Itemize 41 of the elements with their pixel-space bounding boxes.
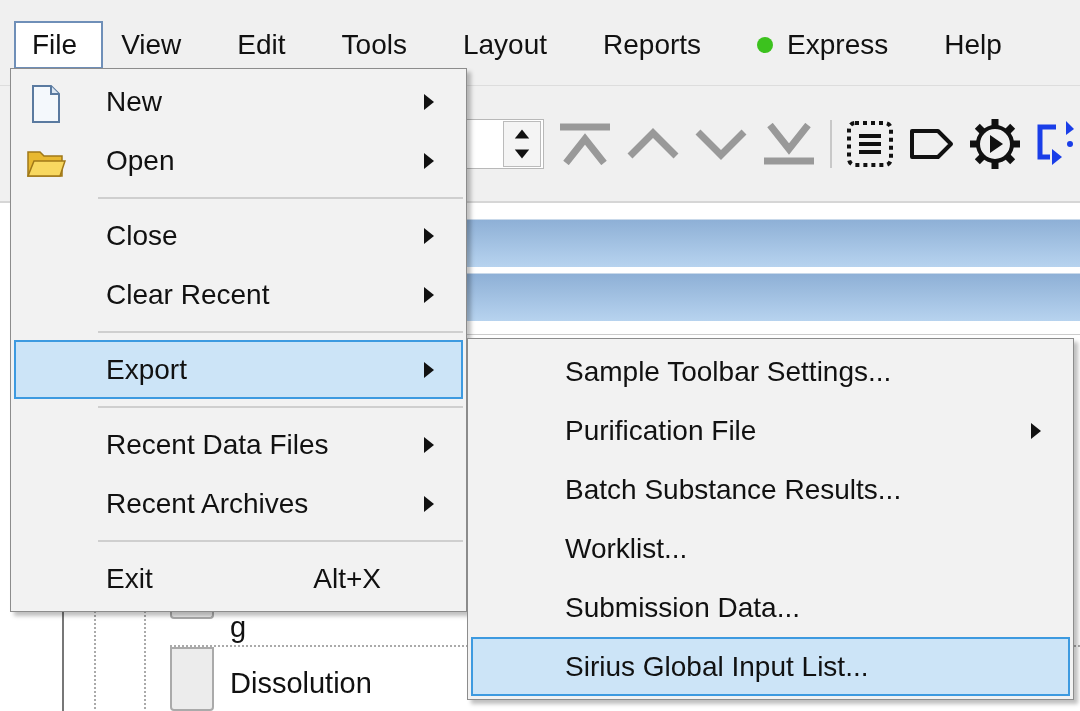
tag-icon[interactable]: [908, 126, 954, 161]
menu-title[interactable]: Edit: [219, 20, 324, 69]
submenu-arrow-icon: [1030, 421, 1042, 440]
menu-item[interactable]: Sample Toolbar Settings...: [471, 342, 1070, 401]
menu-title-label: Express: [787, 28, 889, 61]
menu-title[interactable]: File: [14, 20, 104, 69]
gear-play-icon[interactable]: [968, 116, 1022, 171]
submenu-arrow-icon: [423, 285, 435, 304]
document-icon: [31, 85, 61, 123]
menu-title[interactable]: Help: [926, 20, 1040, 69]
menu-item[interactable]: Export: [14, 340, 463, 399]
menu-item[interactable]: New: [14, 72, 463, 131]
menu-item[interactable]: Sirius Global Input List...: [471, 637, 1070, 696]
shortcut-label: Alt+X: [313, 562, 381, 595]
menu-item[interactable]: Clear Recent: [14, 265, 463, 324]
submenu-arrow-icon: [423, 151, 435, 170]
list-icon[interactable]: [846, 119, 894, 168]
tree-node-box[interactable]: [170, 647, 214, 711]
menu-item[interactable]: Open: [14, 131, 463, 190]
menu-title[interactable]: View: [103, 20, 220, 69]
menu-title[interactable]: Layout: [444, 20, 585, 69]
spin-buttons[interactable]: [503, 120, 541, 167]
tree-item[interactable]: Dissolution: [230, 669, 372, 698]
submenu-arrow-icon: [423, 226, 435, 245]
menu-item[interactable]: Purification File: [471, 401, 1070, 460]
menu-item[interactable]: Recent Archives: [14, 474, 463, 533]
menu-item[interactable]: Submission Data...: [471, 578, 1070, 637]
submenu-arrow-icon: [423, 92, 435, 111]
menu-item[interactable]: Close: [14, 206, 463, 265]
submenu-arrow-icon: [423, 494, 435, 513]
folder-icon: [26, 148, 66, 178]
menu-item[interactable]: Exit Alt+X: [14, 549, 463, 608]
submenu-arrow-icon: [423, 435, 435, 454]
menu-item[interactable]: Worklist...: [471, 519, 1070, 578]
tree-item[interactable]: g: [230, 613, 247, 642]
menu-title[interactable]: Tools: [323, 20, 445, 69]
menu-title[interactable]: Reports: [585, 20, 740, 69]
menu-title[interactable]: Express: [739, 20, 927, 69]
submenu-arrow-icon: [423, 360, 435, 379]
menu-item[interactable]: Batch Substance Results...: [471, 460, 1070, 519]
menu-item[interactable]: Recent Data Files: [14, 415, 463, 474]
